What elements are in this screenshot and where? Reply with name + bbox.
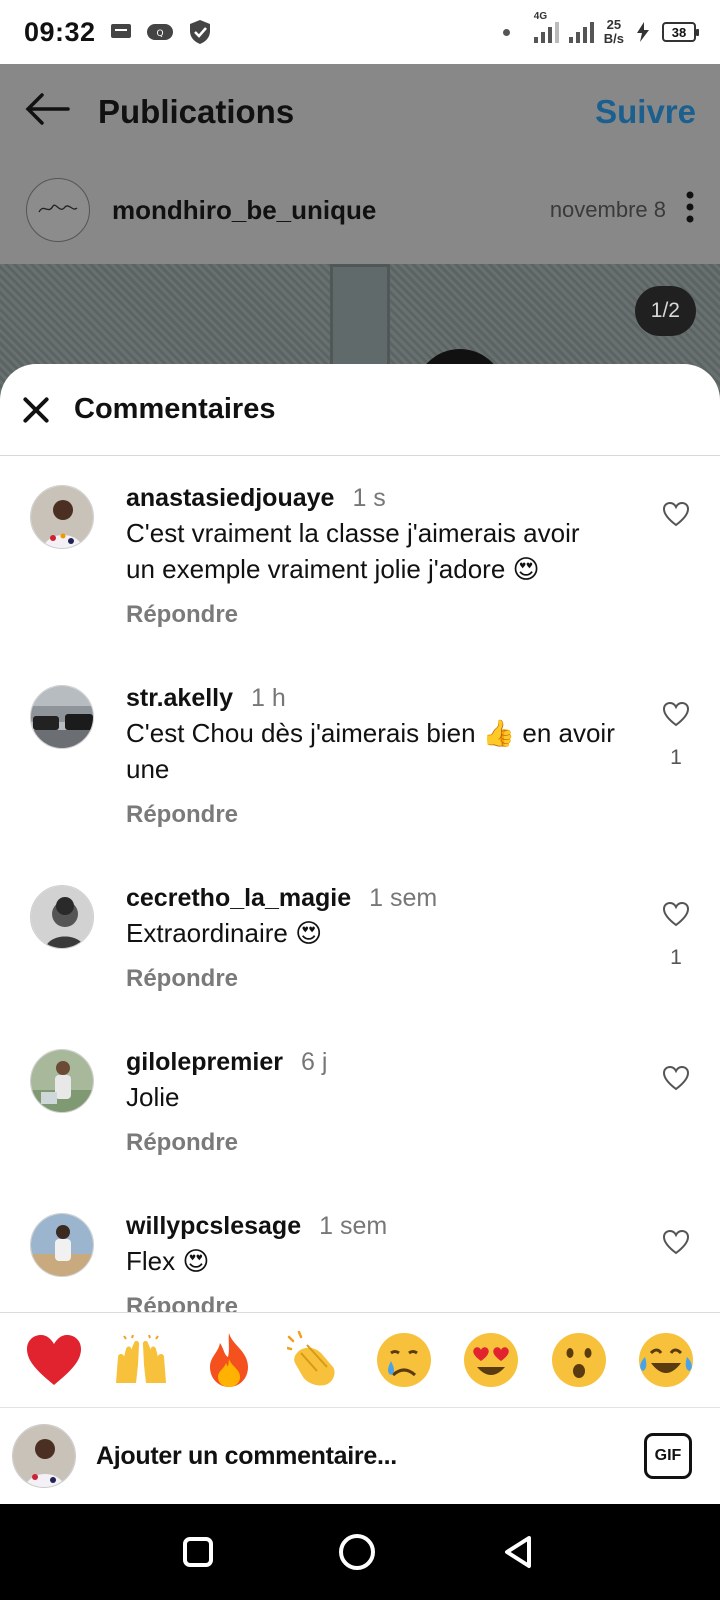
commenter-avatar[interactable] [30, 1213, 94, 1277]
message-notification-icon [110, 24, 131, 38]
post-header: Publications Suivre [0, 64, 720, 160]
heart-eyes-icon[interactable] [462, 1331, 520, 1389]
sheet-header: Commentaires [0, 364, 720, 456]
reply-button[interactable]: Répondre [126, 965, 646, 993]
like-count: 1 [670, 946, 682, 969]
page-title: Publications [98, 93, 295, 130]
like-button[interactable]: 1 [660, 901, 692, 970]
shield-icon [189, 20, 210, 44]
astonished-face-icon[interactable] [550, 1331, 608, 1389]
heart-outline-icon [662, 1065, 690, 1091]
commenter-avatar[interactable] [30, 685, 94, 749]
heart-outline-icon [662, 701, 690, 727]
sheet-title: Commentaires [74, 393, 276, 425]
like-button[interactable] [660, 1065, 692, 1096]
comment-username[interactable]: willypcslesage [126, 1212, 301, 1240]
my-avatar [12, 1424, 76, 1488]
raising-hands-icon[interactable] [112, 1331, 170, 1389]
commenter-avatar[interactable] [30, 885, 94, 949]
emoji-reaction-bar [0, 1312, 720, 1407]
comment-text: C'est Chou dès j'aimerais bien 👍 en avoi… [126, 718, 615, 748]
system-nav-bar [0, 1504, 720, 1600]
comment-username[interactable]: anastasiedjouaye [126, 484, 334, 512]
post-username[interactable]: mondhiro_be_unique [112, 195, 376, 226]
status-time: 09:32 [24, 16, 96, 47]
recent-apps-icon[interactable] [183, 1537, 213, 1567]
signal-icon: 4G [533, 11, 559, 43]
battery-icon: 38 [662, 22, 699, 42]
comment-text: Extraordinaire 😍 [126, 918, 323, 948]
comment-input[interactable]: Ajouter un commentaire... [96, 1442, 644, 1471]
more-options-icon[interactable] [686, 191, 694, 229]
reply-button[interactable]: Répondre [126, 1129, 646, 1157]
comment-text: une [126, 754, 170, 784]
comment-time: 1 sem [319, 1212, 388, 1240]
reply-button[interactable]: Répondre [126, 801, 646, 829]
comment-text: un exemple vraiment jolie j'adore 😍 [126, 554, 540, 584]
network-type: 4G [533, 11, 548, 22]
back-arrow-icon[interactable] [24, 92, 80, 132]
reply-button[interactable]: Répondre [126, 601, 646, 629]
comment-time: 6 j [301, 1048, 328, 1076]
like-button[interactable]: 1 [660, 701, 692, 770]
comment-text: Jolie [126, 1082, 180, 1112]
author-avatar[interactable] [26, 178, 90, 242]
comment-text: C'est vraiment la classe j'aimerais avoi… [126, 518, 580, 548]
signal-icon-2 [568, 21, 594, 43]
like-count: 1 [670, 746, 682, 769]
svg-text:Q: Q [156, 29, 163, 39]
post-author-row: mondhiro_be_unique novembre 8 [0, 160, 720, 260]
comment-time: 1 s [352, 484, 386, 512]
vpn-icon: Q [146, 24, 173, 40]
comments-list[interactable]: anastasiedjouaye 1 s C'est vraiment la cl… [0, 457, 720, 1405]
network-speed: 25 B/s [603, 17, 624, 46]
notification-dot [502, 28, 510, 36]
red-heart-icon[interactable] [25, 1331, 83, 1389]
comment-time: 1 h [251, 684, 286, 712]
comment-username[interactable]: gilolepremier [126, 1048, 283, 1076]
commenter-avatar[interactable] [30, 485, 94, 549]
follow-button[interactable]: Suivre [595, 93, 696, 131]
heart-outline-icon [662, 501, 690, 527]
close-icon[interactable] [22, 396, 50, 424]
comment-username[interactable]: cecretho_la_magie [126, 884, 351, 912]
gif-button[interactable]: GIF [644, 1433, 692, 1479]
comment-input-bar: Ajouter un commentaire... GIF [0, 1407, 720, 1504]
status-bar: 09:32 Q 4G 25 B/s 38 [0, 0, 720, 64]
comment-text: Flex 😍 [126, 1246, 210, 1276]
charging-icon [637, 22, 649, 42]
home-icon[interactable] [339, 1534, 375, 1570]
image-counter: 1/2 [634, 286, 696, 336]
back-triangle-icon[interactable] [501, 1534, 537, 1570]
fire-icon[interactable] [200, 1331, 258, 1389]
comment-time: 1 sem [369, 884, 438, 912]
heart-outline-icon [662, 901, 690, 927]
tears-of-joy-icon[interactable] [637, 1331, 695, 1389]
clapping-hands-icon[interactable] [287, 1331, 345, 1389]
heart-outline-icon [662, 1229, 690, 1255]
crying-face-icon[interactable] [375, 1331, 433, 1389]
like-button[interactable] [660, 1229, 692, 1260]
commenter-avatar[interactable] [30, 1049, 94, 1113]
post-date: novembre 8 [549, 197, 666, 222]
like-button[interactable] [660, 501, 692, 532]
comment-username[interactable]: str.akelly [126, 684, 233, 712]
